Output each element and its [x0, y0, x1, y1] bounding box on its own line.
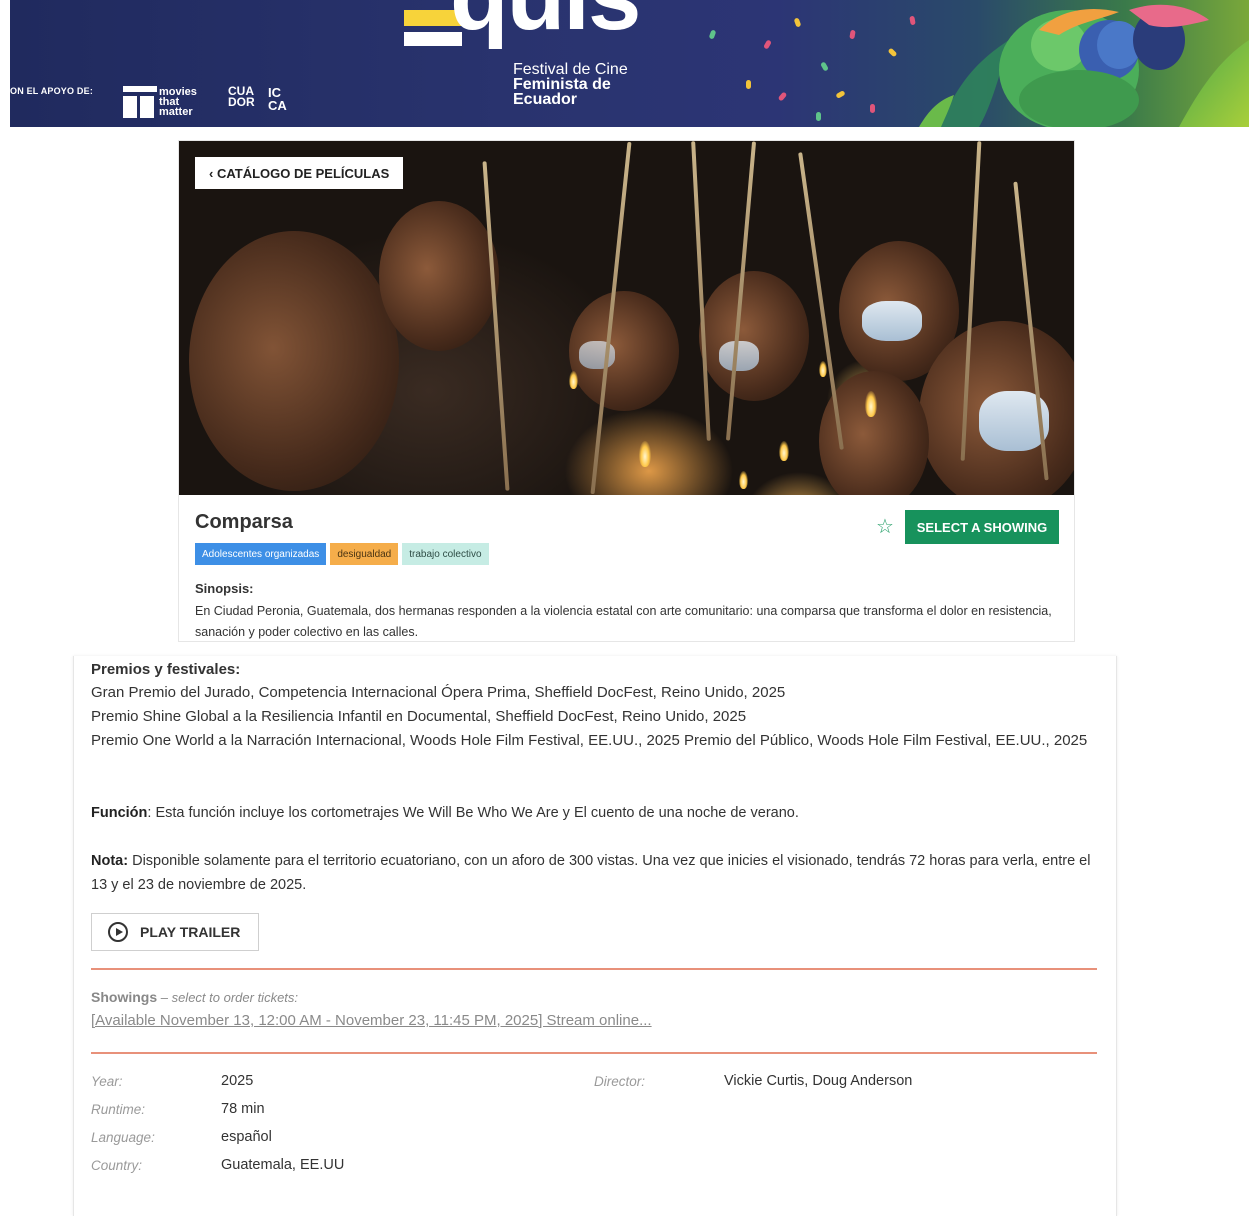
movie-title: Comparsa [195, 511, 293, 533]
festival-banner: ON EL APOYO DE: movies that matter CUA D… [10, 0, 1249, 127]
section-divider [91, 1052, 1097, 1054]
synopsis-text: En Ciudad Peronia, Guatemala, dos herman… [195, 604, 1052, 639]
supporters-label: ON EL APOYO DE: [10, 86, 94, 96]
funcion-paragraph: Función: Esta función incluye los cortom… [91, 801, 1097, 825]
country-value: Guatemala, EE.UU [221, 1157, 345, 1173]
showings-label: Showings [91, 989, 158, 1005]
nota-label: Nota: [91, 853, 129, 869]
movies-that-matter-logo: movies that matter [123, 84, 208, 120]
select-showing-button[interactable]: SELECT A SHOWING [905, 510, 1059, 544]
tag-trabajo-colectivo[interactable]: trabajo colectivo [402, 543, 489, 565]
award-item: Premio One World a la Narración Internac… [91, 732, 1088, 749]
movie-hero-image: ‹ CATÁLOGO DE PELÍCULAS [179, 141, 1074, 495]
icca-logo-text: IC CA [268, 85, 287, 113]
year-label: Year: [91, 1074, 123, 1089]
nota-paragraph: Nota: Disponible solamente para el terri… [91, 849, 1097, 897]
tag-desigualdad[interactable]: desigualdad [330, 543, 399, 565]
director-label: Director: [594, 1074, 646, 1089]
director-value: Vickie Curtis, Doug Anderson [724, 1073, 913, 1089]
showings-hint: – select to order tickets: [157, 990, 299, 1005]
festival-name: Festival de Cine Feminista de Ecuador [513, 61, 628, 108]
awards-label: Premios y festivales: [91, 661, 241, 678]
tag-list: Adolescentes organizadas desigualdad tra… [195, 543, 489, 565]
year-value: 2025 [221, 1073, 254, 1089]
showing-stream-link[interactable]: [Available November 13, 12:00 AM - Novem… [91, 1012, 652, 1029]
cuador-icca-logo: CUA DOR IC CA [226, 80, 291, 122]
play-trailer-label: PLAY TRAILER [140, 924, 241, 940]
language-value: español [221, 1129, 272, 1145]
synopsis-label: Sinopsis: [195, 581, 254, 596]
festival-name-line-1: Festival de Cine [513, 61, 628, 78]
play-trailer-button[interactable]: PLAY TRAILER [91, 913, 259, 951]
section-divider [91, 968, 1097, 970]
cuador-logo-text: CUA DOR [228, 84, 255, 109]
favorite-star-icon[interactable]: ☆ [876, 517, 894, 537]
nota-text: Disponible solamente para el territorio … [91, 853, 1091, 893]
award-item: Gran Premio del Jurado, Competencia Inte… [91, 684, 786, 701]
festival-name-line-3: Ecuador [513, 91, 578, 108]
play-circle-icon [108, 922, 128, 942]
country-label: Country: [91, 1158, 143, 1173]
funcion-text: : Esta función incluye los cortometrajes… [147, 805, 799, 821]
movie-card: ‹ CATÁLOGO DE PELÍCULAS Comparsa Adolesc… [179, 141, 1074, 641]
funcion-label: Función [91, 805, 148, 821]
showings-heading: Showings – select to order tickets: [91, 989, 298, 1005]
festival-logo-word: quis [450, 0, 641, 52]
movie-details-panel: Premios y festivales: Gran Premio del Ju… [73, 656, 1117, 1216]
runtime-label: Runtime: [91, 1102, 146, 1117]
illustrated-women-art [919, 4, 1249, 127]
language-label: Language: [91, 1130, 155, 1145]
mtm-logo-text: movies that matter [159, 86, 197, 118]
award-item: Premio Shine Global a la Resiliencia Inf… [91, 708, 747, 725]
festival-name-line-2: Feminista de [513, 76, 611, 93]
runtime-value: 78 min [221, 1101, 265, 1117]
catalog-back-button[interactable]: ‹ CATÁLOGO DE PELÍCULAS [195, 157, 404, 189]
tag-adolescentes-organizadas[interactable]: Adolescentes organizadas [195, 543, 327, 565]
